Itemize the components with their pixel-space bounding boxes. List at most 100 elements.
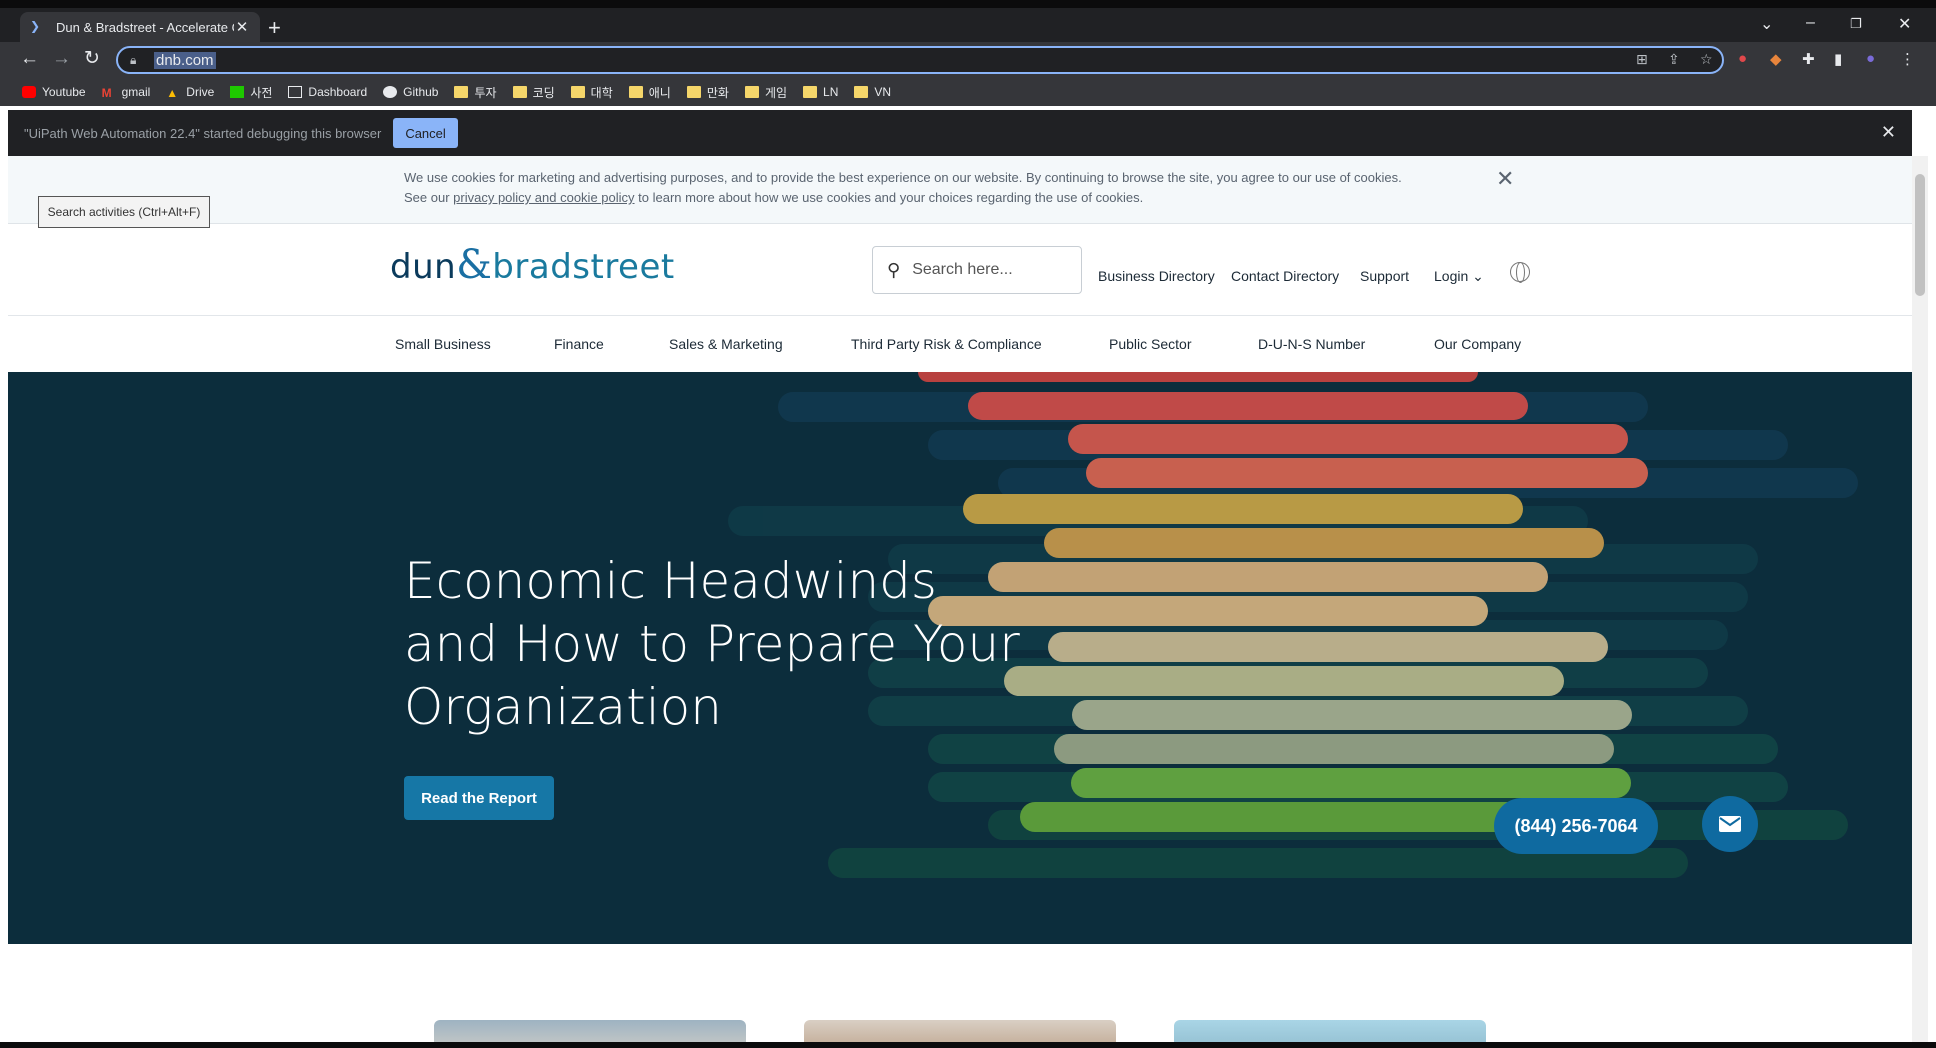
profile-avatar-icon[interactable]: ●	[1866, 50, 1875, 67]
hero-headline-line: Organization	[404, 678, 722, 736]
support-link[interactable]: Support	[1360, 268, 1409, 284]
hero-banner: Economic Headwinds and How to Prepare Yo…	[8, 372, 1912, 944]
bookmark-gmail[interactable]: Mgmail	[102, 85, 151, 100]
bookmark-youtube[interactable]: Youtube	[22, 85, 86, 99]
browser-tab[interactable]: ❯ Dun & Bradstreet - Accelerate Gr ✕	[20, 12, 260, 42]
read-report-button[interactable]: Read the Report	[404, 776, 554, 820]
privacy-policy-link[interactable]: privacy policy and cookie policy	[453, 190, 634, 205]
close-tab-icon[interactable]: ✕	[234, 18, 250, 36]
back-icon[interactable]: ←	[20, 49, 39, 69]
bookmark-label: 사전	[250, 85, 273, 100]
bookmark-dictionary[interactable]: 사전	[230, 84, 272, 101]
lock-icon: 🔒︎	[130, 52, 137, 67]
bookmark-folder[interactable]: 애니	[628, 84, 671, 101]
new-tab-icon[interactable]: +	[268, 17, 281, 39]
folder-icon	[854, 86, 869, 98]
restore-icon[interactable]: ❐	[1850, 16, 1862, 32]
contact-directory-link[interactable]: Contact Directory	[1231, 268, 1339, 284]
bookmark-label: Dashboard	[308, 85, 368, 99]
bookmark-folder[interactable]: 대학	[570, 84, 613, 101]
bookmark-folder[interactable]: 만화	[686, 84, 729, 101]
tab-bar: ❯ Dun & Bradstreet - Accelerate Gr ✕ + ⌄…	[0, 0, 1936, 42]
bookmark-folder[interactable]: 투자	[454, 84, 497, 101]
hero-headline-line: and How to Prepare Your	[404, 615, 1020, 673]
translate-icon[interactable]: ⊞	[1636, 51, 1648, 68]
folder-icon	[803, 86, 818, 98]
bookmark-drive[interactable]: ▲ Drive	[166, 85, 214, 100]
login-menu[interactable]: Login ⌄	[1434, 268, 1484, 285]
cookie-text: We use cookies for marketing and adverti…	[404, 168, 1404, 208]
bookmark-label: 애니	[648, 85, 671, 100]
bookmark-folder[interactable]: 게임	[744, 84, 788, 101]
site-search-box[interactable]: ⚲	[872, 246, 1082, 294]
phone-contact-button[interactable]: (844) 256-7064	[1494, 798, 1658, 854]
window-bottom-border	[0, 1042, 1936, 1048]
globe-language-icon[interactable]	[1510, 262, 1530, 283]
logo-ampersand: &	[456, 242, 493, 288]
business-directory-link[interactable]: Business Directory	[1098, 268, 1215, 284]
nav-duns-number[interactable]: D-U-N-S Number	[1258, 336, 1365, 352]
bookmark-label: 코딩	[532, 85, 555, 100]
bookmark-dashboard[interactable]: Dashboard	[288, 85, 367, 99]
nav-our-company[interactable]: Our Company	[1434, 336, 1521, 352]
address-bar[interactable]: 🔒︎ dnb.com ⊞ ⇪ ☆	[116, 46, 1724, 74]
tab-search-icon[interactable]: ⌄	[1760, 14, 1773, 34]
nav-finance[interactable]: Finance	[554, 336, 604, 352]
bookmark-label: Youtube	[42, 85, 86, 99]
debugging-message: "UiPath Web Automation 22.4" started deb…	[24, 125, 382, 141]
minimize-icon[interactable]: –	[1806, 14, 1815, 32]
bookmark-github[interactable]: Github	[383, 85, 438, 99]
folder-icon	[686, 86, 701, 98]
bookmark-label: 대학	[590, 85, 613, 100]
scrollbar-thumb[interactable]	[1915, 174, 1925, 296]
metamask-extension-icon[interactable]: ◆	[1770, 50, 1782, 68]
feature-card-image[interactable]	[804, 1020, 1116, 1042]
bookmark-label: 투자	[474, 85, 497, 100]
hero-headline: Economic Headwinds and How to Prepare Yo…	[404, 550, 1044, 739]
dnb-favicon-icon: ❯	[30, 19, 41, 33]
login-label: Login	[1434, 268, 1469, 284]
bookmark-label: 게임	[764, 85, 788, 100]
nav-third-party-risk[interactable]: Third Party Risk & Compliance	[851, 336, 1042, 352]
mail-contact-button[interactable]	[1702, 796, 1758, 852]
dnb-logo[interactable]: dun&bradstreet	[390, 242, 675, 288]
bookmark-folder[interactable]: 코딩	[512, 84, 555, 101]
site-header: dun&bradstreet ⚲ Business Directory Cont…	[8, 224, 1912, 316]
bookmark-label: VN	[874, 85, 892, 99]
folder-icon	[744, 86, 759, 98]
close-infobar-icon[interactable]: ✕	[1881, 122, 1896, 143]
adblock-extension-icon[interactable]: ●	[1738, 50, 1747, 67]
reload-icon[interactable]: ↻	[84, 49, 100, 69]
menu-kebab-icon[interactable]: ⋮	[1900, 50, 1915, 68]
cookie-banner: We use cookies for marketing and adverti…	[8, 156, 1912, 224]
share-icon[interactable]: ⇪	[1668, 51, 1680, 68]
forward-icon[interactable]: →	[52, 49, 71, 69]
extensions-icon[interactable]: ✚	[1802, 50, 1815, 68]
feature-card-image[interactable]	[1174, 1020, 1486, 1042]
close-cookie-banner-icon[interactable]: ✕	[1496, 166, 1514, 192]
folder-icon	[628, 86, 643, 98]
nav-public-sector[interactable]: Public Sector	[1109, 336, 1191, 352]
naver-dictionary-icon	[230, 86, 245, 98]
web-page: We use cookies for marketing and adverti…	[8, 156, 1912, 1042]
bookmark-label: Github	[403, 85, 439, 99]
search-icon: ⚲	[887, 259, 901, 280]
logo-text: bradstreet	[492, 247, 675, 287]
nav-sales-marketing[interactable]: Sales & Marketing	[669, 336, 783, 352]
url-text[interactable]: dnb.com	[154, 51, 216, 69]
bookmark-folder[interactable]: VN	[854, 85, 891, 99]
bookmark-folder[interactable]: LN	[803, 85, 838, 99]
nav-small-business[interactable]: Small Business	[395, 336, 491, 352]
feature-card-image[interactable]	[434, 1020, 746, 1042]
search-activities-tooltip: Search activities (Ctrl+Alt+F)	[38, 196, 210, 228]
bookmark-star-icon[interactable]: ☆	[1700, 51, 1713, 68]
youtube-icon	[22, 86, 36, 98]
folder-icon	[454, 86, 469, 98]
debugging-infobar: "UiPath Web Automation 22.4" started deb…	[8, 110, 1912, 156]
page-scrollbar[interactable]	[1912, 156, 1928, 1042]
cancel-debugging-button[interactable]: Cancel	[393, 118, 458, 148]
close-window-icon[interactable]: ✕	[1898, 14, 1911, 34]
side-panel-icon[interactable]: ▮	[1834, 50, 1842, 68]
search-input[interactable]	[912, 261, 1063, 279]
tab-title: Dun & Bradstreet - Accelerate Gr	[56, 19, 234, 35]
